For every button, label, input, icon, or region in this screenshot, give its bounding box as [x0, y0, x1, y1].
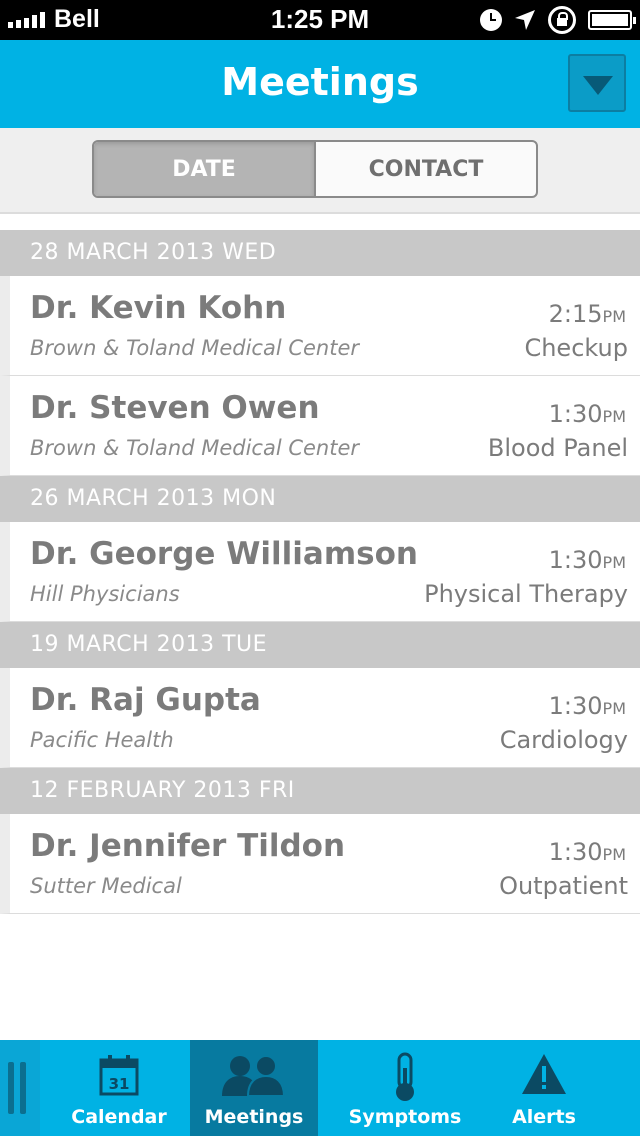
- sort-segmented-control: DATE CONTACT: [92, 140, 538, 198]
- facility-name: Brown & Toland Medical Center: [30, 336, 360, 360]
- segment-contact[interactable]: CONTACT: [316, 142, 536, 196]
- section-header: 12 FEBRUARY 2013 FRI: [0, 768, 640, 814]
- meetings-list: 28 MARCH 2013 WED Dr. Kevin Kohn Brown &…: [0, 230, 640, 914]
- page-title: Meetings: [221, 60, 419, 104]
- meeting-type: Checkup: [524, 334, 628, 362]
- people-icon: [222, 1055, 286, 1097]
- meeting-type: Cardiology: [499, 726, 628, 754]
- tab-symptoms[interactable]: Symptoms: [334, 1040, 476, 1136]
- segmented-control-bar: DATE CONTACT: [0, 128, 640, 214]
- doctor-name: Dr. Jennifer Tildon: [30, 828, 346, 864]
- location-arrow-icon: [515, 10, 535, 30]
- facility-name: Brown & Toland Medical Center: [30, 436, 360, 460]
- tab-label: Meetings: [204, 1106, 304, 1128]
- drawer-handle[interactable]: [0, 1040, 40, 1136]
- meeting-row[interactable]: Dr. Kevin Kohn Brown & Toland Medical Ce…: [0, 276, 640, 376]
- status-bar: Bell 1:25 PM: [0, 0, 640, 40]
- alarm-clock-icon: [480, 9, 502, 31]
- thermometer-icon: [396, 1052, 414, 1101]
- warning-icon: [522, 1054, 566, 1094]
- section-header: 19 MARCH 2013 TUE: [0, 622, 640, 668]
- calendar-day-number: 31: [109, 1075, 130, 1093]
- meeting-time: 1:30PM: [548, 692, 626, 720]
- calendar-icon: 31: [99, 1055, 139, 1096]
- meeting-time: 1:30PM: [548, 838, 626, 866]
- doctor-name: Dr. Raj Gupta: [30, 682, 261, 718]
- facility-name: Sutter Medical: [30, 874, 182, 898]
- tab-meetings[interactable]: Meetings: [190, 1040, 318, 1136]
- doctor-name: Dr. Kevin Kohn: [30, 290, 287, 326]
- meeting-type: Physical Therapy: [424, 580, 628, 608]
- tab-label: Alerts: [512, 1106, 576, 1128]
- meeting-type: Outpatient: [499, 872, 628, 900]
- meeting-time: 2:15PM: [548, 300, 626, 328]
- tab-label: Symptoms: [348, 1106, 462, 1128]
- meeting-row[interactable]: Dr. Steven Owen Brown & Toland Medical C…: [0, 376, 640, 476]
- section-header: 28 MARCH 2013 WED: [0, 230, 640, 276]
- meeting-time: 1:30PM: [548, 400, 626, 428]
- segment-date[interactable]: DATE: [94, 142, 316, 196]
- meeting-row[interactable]: Dr. George Williamson Hill Physicians 1:…: [0, 522, 640, 622]
- tab-calendar[interactable]: 31 Calendar: [48, 1040, 190, 1136]
- meeting-time: 1:30PM: [548, 546, 626, 574]
- tab-label: Calendar: [71, 1106, 167, 1128]
- facility-name: Pacific Health: [30, 728, 174, 752]
- meeting-row[interactable]: Dr. Jennifer Tildon Sutter Medical 1:30P…: [0, 814, 640, 914]
- doctor-name: Dr. George Williamson: [30, 536, 418, 572]
- navigation-bar: Meetings: [0, 40, 640, 128]
- dropdown-menu-button[interactable]: [568, 54, 626, 112]
- section-header: 26 MARCH 2013 MON: [0, 476, 640, 522]
- meeting-type: Blood Panel: [487, 434, 628, 462]
- grip-icon: [8, 1062, 14, 1114]
- triangle-down-icon: [583, 76, 613, 95]
- doctor-name: Dr. Steven Owen: [30, 390, 320, 426]
- tab-alerts[interactable]: Alerts: [480, 1040, 608, 1136]
- meeting-row[interactable]: Dr. Raj Gupta Pacific Health 1:30PM Card…: [0, 668, 640, 768]
- facility-name: Hill Physicians: [30, 582, 180, 606]
- battery-icon: [588, 10, 636, 30]
- rotation-lock-icon: [548, 6, 576, 34]
- tab-bar: 31 Calendar Meetings Symptoms Alerts: [0, 1040, 640, 1136]
